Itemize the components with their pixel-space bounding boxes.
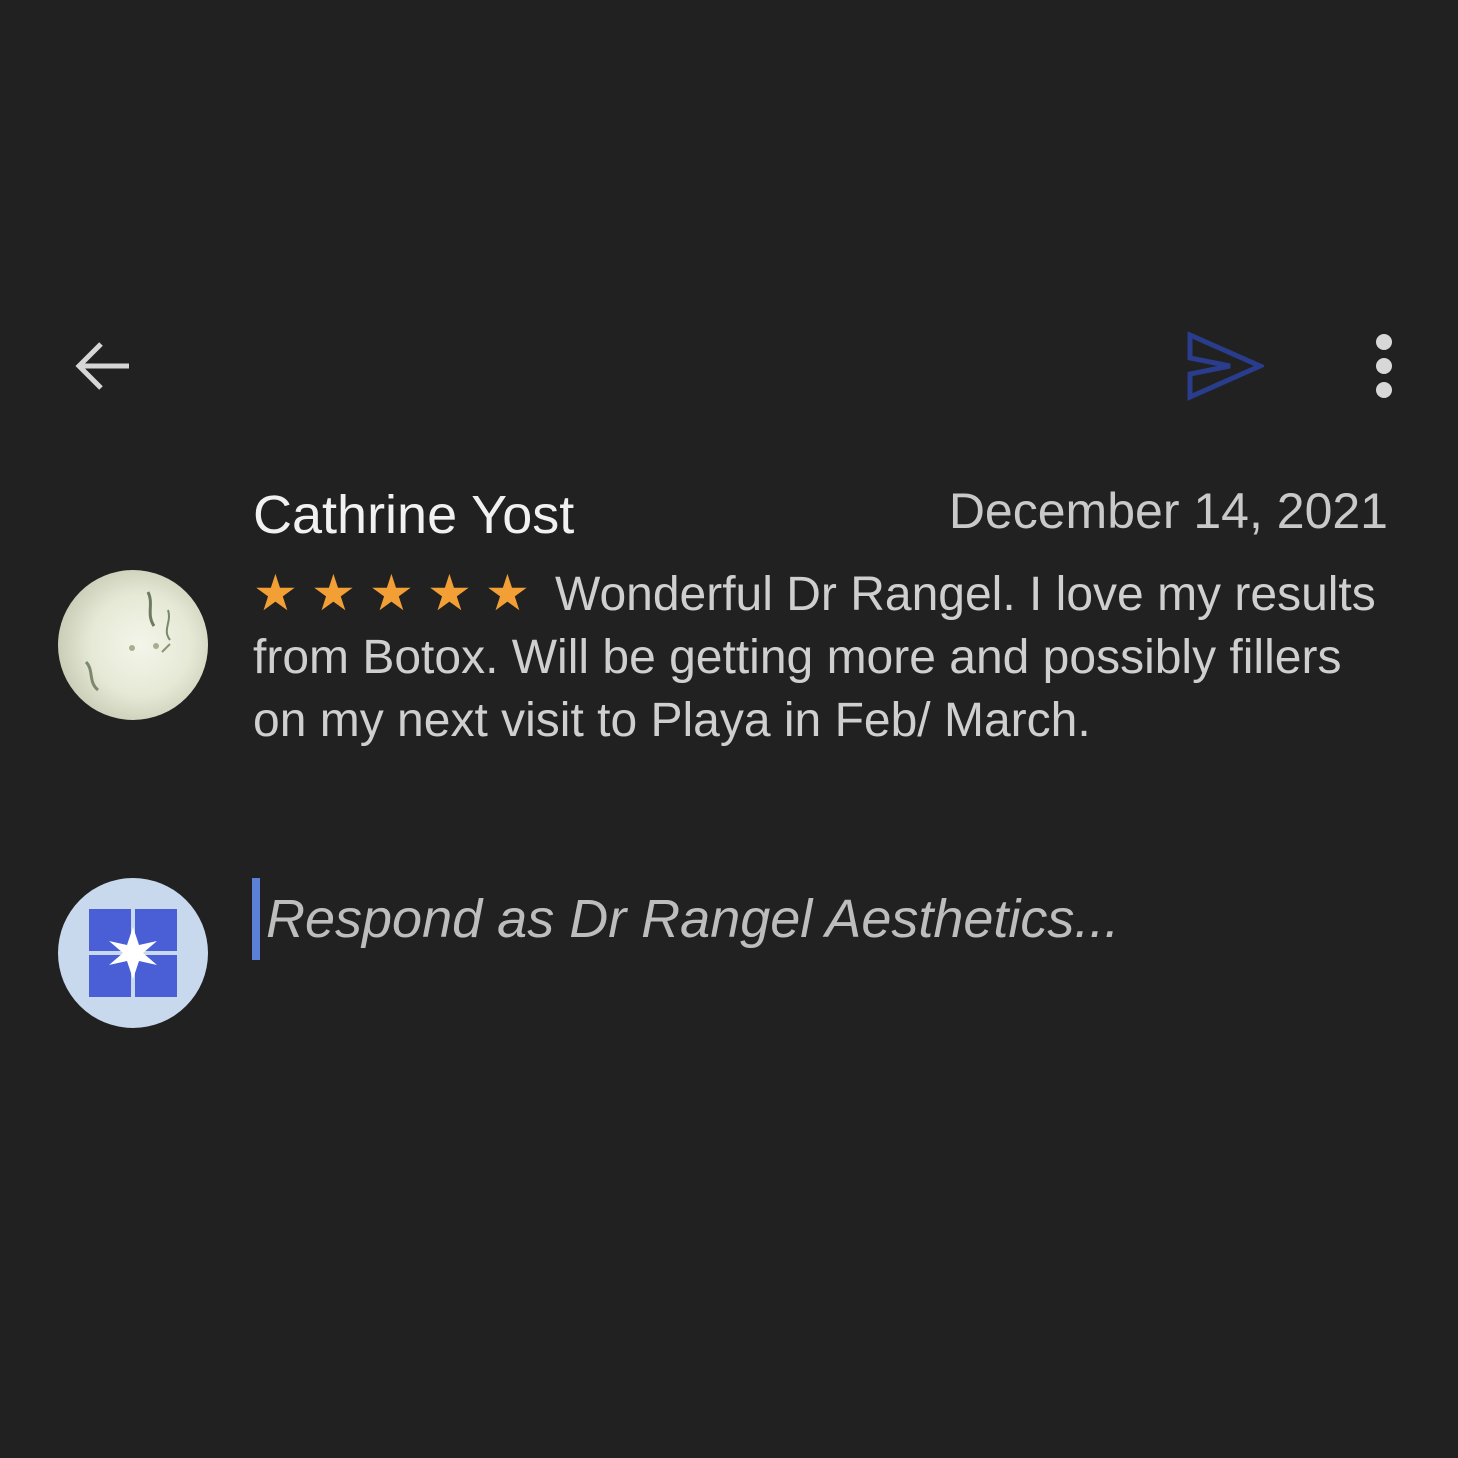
reviewer-avatar xyxy=(58,570,208,720)
reviewer-name: Cathrine Yost xyxy=(253,485,575,545)
review-date: December 14, 2021 xyxy=(948,483,1388,539)
star-rating: ★ ★ ★ ★ ★ xyxy=(253,562,543,625)
business-logo-icon xyxy=(89,909,177,997)
star-icon: ★ xyxy=(485,565,532,621)
send-icon xyxy=(1184,330,1267,406)
star-icon: ★ xyxy=(427,565,474,621)
review-body: ★ ★ ★ ★ ★ Wonderful Dr Rangel. I love my res… xyxy=(253,562,1393,752)
more-vert-icon xyxy=(1374,333,1394,404)
star-icon: ★ xyxy=(253,565,300,621)
back-button[interactable] xyxy=(62,330,142,406)
response-input[interactable] xyxy=(252,878,1266,960)
star-icon: ★ xyxy=(369,565,416,621)
star-icon: ★ xyxy=(311,565,358,621)
send-button[interactable] xyxy=(1176,326,1272,410)
arrow-left-icon xyxy=(69,333,135,404)
business-avatar xyxy=(58,878,208,1028)
review-reply-screen: Cathrine Yost December 14, 2021 ★ ★ ★ ★ ★ Wo… xyxy=(0,0,1458,1458)
more-options-button[interactable] xyxy=(1352,326,1416,410)
